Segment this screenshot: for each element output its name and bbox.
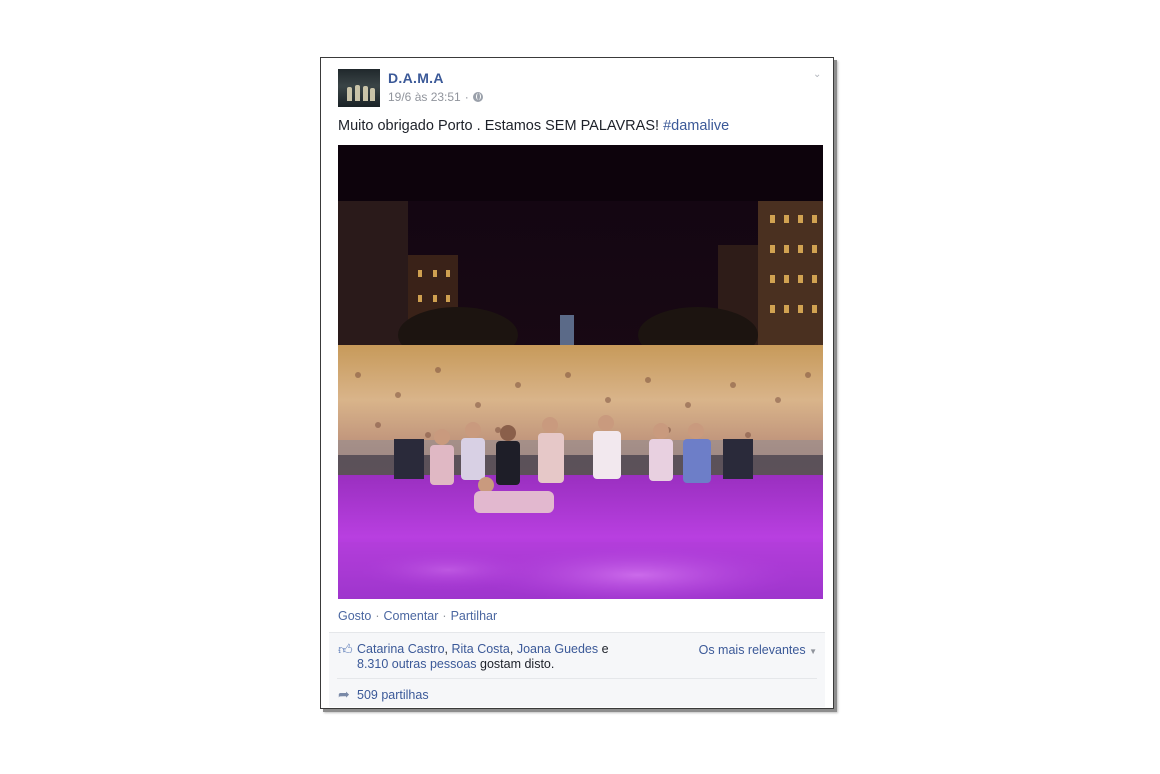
comment-link[interactable]: Comentar <box>384 609 439 623</box>
divider <box>337 678 817 679</box>
caret-down-icon: ▼ <box>809 647 817 656</box>
sort-comments-dropdown[interactable]: Os mais relevantes ▼ <box>699 643 817 657</box>
globe-icon <box>472 92 483 102</box>
share-arrow-icon: ➦ <box>338 686 350 702</box>
sort-label: Os mais relevantes <box>698 643 806 657</box>
post-body: Muito obrigado Porto . Estamos SEM PALAV… <box>338 118 660 134</box>
post-photo[interactable] <box>338 145 823 599</box>
page-avatar[interactable] <box>338 69 380 107</box>
likes-suffix: gostam disto. <box>480 657 555 671</box>
concert-photo-illustration <box>338 145 823 599</box>
likes-conjunction: e <box>601 642 609 656</box>
meta-separator: · <box>464 90 469 104</box>
liker-name-link[interactable]: Catarina Castro <box>357 642 445 656</box>
action-separator: · <box>375 609 380 623</box>
action-separator: · <box>442 609 447 623</box>
thumbs-up-icon: 👍︎ <box>338 641 353 657</box>
post-timestamp[interactable]: 19/6 às 23:51 <box>388 90 461 104</box>
post-meta: 19/6 às 23:51 · <box>388 90 483 104</box>
facebook-post-card: D.A.M.A 19/6 às 23:51 · ⌄ Muito obrigado… <box>320 57 834 709</box>
page-name-link[interactable]: D.A.M.A <box>388 70 444 86</box>
post-actions: Gosto · Comentar · Partilhar <box>338 609 497 623</box>
share-link[interactable]: Partilhar <box>451 609 498 623</box>
chevron-down-icon[interactable]: ⌄ <box>813 70 823 80</box>
post-text: Muito obrigado Porto . Estamos SEM PALAV… <box>338 118 729 134</box>
like-link[interactable]: Gosto <box>338 609 371 623</box>
feedback-box: 👍︎ Catarina Castro, Rita Costa, Joana Gu… <box>329 632 825 707</box>
other-likers-link[interactable]: 8.310 outras pessoas <box>357 657 477 671</box>
liker-name-link[interactable]: Rita Costa <box>452 642 510 656</box>
liker-name-link[interactable]: Joana Guedes <box>517 642 598 656</box>
shares-count-link[interactable]: 509 partilhas <box>357 688 429 702</box>
hashtag-link[interactable]: #damalive <box>663 118 729 134</box>
likes-summary: Catarina Castro, Rita Costa, Joana Guede… <box>357 642 609 671</box>
